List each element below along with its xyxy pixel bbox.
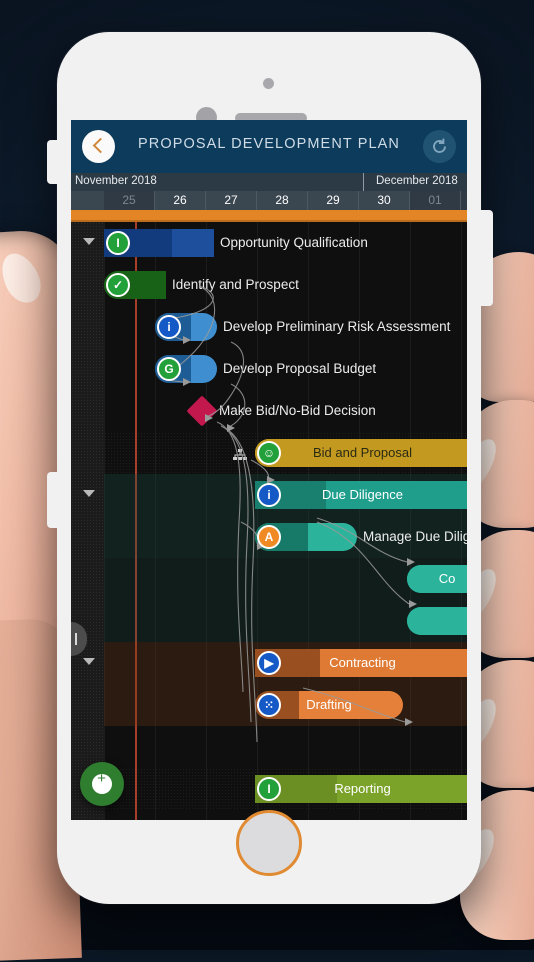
task-bar-label: Co bbox=[438, 571, 456, 586]
phone-right-tab bbox=[473, 210, 493, 306]
task-row[interactable]: Make Bid/No-Bid Decision bbox=[71, 390, 467, 432]
hourglass-icon[interactable]: I bbox=[257, 777, 281, 801]
task-bar[interactable]: ✓ bbox=[104, 271, 166, 299]
day-column-27: 27 bbox=[206, 191, 257, 210]
info-icon[interactable]: i bbox=[157, 315, 181, 339]
task-label: Opportunity Qualification bbox=[220, 235, 368, 250]
task-row[interactable]: A Manage Due Diligence bbox=[71, 516, 467, 558]
day-column-28: 28 bbox=[257, 191, 308, 210]
hourglass-icon[interactable]: I bbox=[106, 231, 130, 255]
task-row[interactable]: ☺ Bid and Proposal bbox=[71, 432, 467, 474]
task-row[interactable]: ▶ Contracting bbox=[71, 642, 467, 684]
home-button[interactable] bbox=[236, 810, 302, 876]
hierarchy-icon bbox=[233, 448, 247, 460]
day-column-30: 30 bbox=[359, 191, 410, 210]
task-bar[interactable]: ▶ Contracting bbox=[255, 649, 467, 677]
task-label: Identify and Prospect bbox=[172, 277, 299, 292]
task-row[interactable]: i Due Diligence bbox=[71, 474, 467, 516]
task-bar-label: Due Diligence bbox=[322, 487, 403, 502]
task-bar[interactable]: I bbox=[104, 229, 214, 257]
task-bar[interactable]: Co bbox=[407, 565, 467, 593]
day-column-01: 01 bbox=[410, 191, 461, 210]
phone-device: PROPOSAL DEVELOPMENT PLAN November 2018 … bbox=[47, 32, 493, 904]
task-bar-label: Bid and Proposal bbox=[312, 445, 412, 460]
task-bar[interactable]: G bbox=[155, 355, 217, 383]
letter-a-icon[interactable]: A bbox=[257, 525, 281, 549]
task-bar-label: Contracting bbox=[329, 655, 396, 670]
task-row[interactable] bbox=[71, 600, 467, 642]
day-column-25: 25 bbox=[104, 191, 155, 210]
gantt-grid[interactable]: I Opportunity Qualification ✓ Identify and … bbox=[71, 222, 467, 820]
day-column-26: 26 bbox=[155, 191, 206, 210]
task-progress-fill bbox=[407, 607, 467, 635]
face-icon[interactable]: ⁙ bbox=[257, 693, 281, 717]
task-row[interactable]: G Develop Proposal Budget bbox=[71, 348, 467, 390]
task-bar[interactable]: I Reporting bbox=[255, 775, 467, 803]
progress-accent-bar bbox=[71, 210, 467, 222]
month-separator bbox=[363, 173, 364, 191]
task-label: Manage Due Diligence bbox=[363, 529, 467, 544]
day-column-02: 02 bbox=[461, 191, 467, 210]
task-bar[interactable]: ⁙ Drafting bbox=[255, 691, 403, 719]
phone-left-tab-bottom bbox=[47, 472, 65, 528]
month-header: November 2018 December 2018 bbox=[71, 173, 467, 191]
task-bar-label: Reporting bbox=[334, 781, 391, 796]
task-row[interactable]: Co bbox=[71, 558, 467, 600]
task-row[interactable]: I Opportunity Qualification bbox=[71, 222, 467, 264]
info-icon[interactable]: i bbox=[257, 483, 281, 507]
collapse-triangle-icon[interactable] bbox=[83, 238, 95, 245]
app-navbar: PROPOSAL DEVELOPMENT PLAN bbox=[71, 120, 467, 173]
phone-left-tab-top bbox=[47, 140, 65, 184]
task-row[interactable]: i Develop Preliminary Risk Assessment bbox=[71, 306, 467, 348]
check-icon[interactable]: ✓ bbox=[106, 273, 130, 297]
collapse-triangle-icon[interactable] bbox=[83, 658, 95, 665]
day-header: 2526272829300102 bbox=[71, 191, 467, 210]
day-column-29: 29 bbox=[308, 191, 359, 210]
task-label: Develop Preliminary Risk Assessment bbox=[223, 319, 451, 334]
task-row[interactable]: I Reporting bbox=[71, 768, 467, 810]
task-row[interactable]: ✓ Identify and Prospect bbox=[71, 264, 467, 306]
task-label: Make Bid/No-Bid Decision bbox=[219, 403, 376, 418]
app-screen: PROPOSAL DEVELOPMENT PLAN November 2018 … bbox=[71, 120, 467, 820]
add-plus-icon bbox=[92, 770, 112, 794]
collapse-triangle-icon[interactable] bbox=[83, 490, 95, 497]
letter-g-icon[interactable]: G bbox=[157, 357, 181, 381]
play-flag-icon[interactable]: ▶ bbox=[257, 651, 281, 675]
task-bar[interactable] bbox=[407, 607, 467, 635]
task-bar[interactable]: i Due Diligence bbox=[255, 481, 467, 509]
task-bar[interactable]: ☺ Bid and Proposal bbox=[255, 439, 467, 467]
task-bar[interactable]: i bbox=[155, 313, 217, 341]
task-label: Develop Proposal Budget bbox=[223, 361, 377, 376]
page-title: PROPOSAL DEVELOPMENT PLAN bbox=[138, 136, 400, 152]
add-task-button[interactable] bbox=[80, 762, 124, 806]
month-label-december: December 2018 bbox=[376, 175, 458, 187]
task-bar[interactable]: A bbox=[255, 523, 357, 551]
month-label-november: November 2018 bbox=[75, 175, 157, 187]
task-row[interactable]: ⁙ Drafting bbox=[71, 684, 467, 726]
smiley-icon[interactable]: ☺ bbox=[257, 441, 281, 465]
proximity-sensor-icon bbox=[263, 78, 274, 89]
refresh-button[interactable] bbox=[423, 130, 456, 163]
refresh-icon bbox=[433, 138, 446, 153]
